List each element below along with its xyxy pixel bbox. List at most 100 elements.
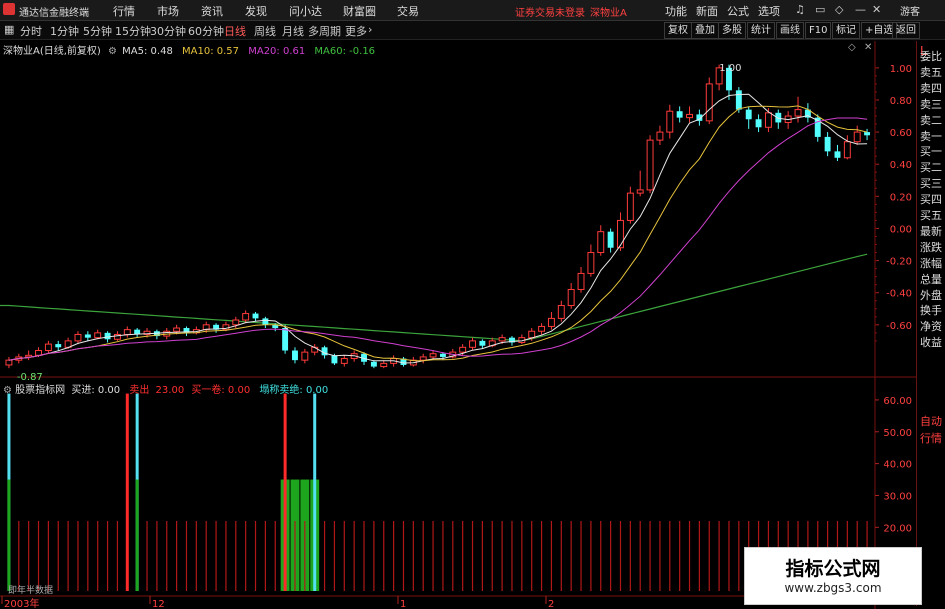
candle-body: [35, 350, 42, 356]
tab-period-15min[interactable]: 15分钟: [115, 23, 151, 39]
stats-button[interactable]: 统计: [747, 22, 775, 39]
menu-new-page[interactable]: 新面: [696, 3, 718, 19]
side-item-8[interactable]: 买三: [920, 175, 942, 191]
price-tick-label-7: -0.40: [886, 289, 912, 300]
candle-body: [834, 151, 841, 158]
tab-period-60min[interactable]: 60分钟: [188, 23, 224, 39]
user-label[interactable]: 游客: [900, 3, 920, 18]
side-item-4[interactable]: 卖二: [920, 112, 942, 128]
menu-options[interactable]: 选项: [758, 3, 780, 19]
close-icon[interactable]: ✕: [872, 3, 881, 16]
side-item-16[interactable]: 换手: [920, 302, 942, 318]
sub-tick-label-0: 60.00: [883, 396, 912, 407]
tab-period-30min[interactable]: 30分钟: [150, 23, 186, 39]
f10-button[interactable]: F10: [805, 22, 832, 39]
candle-body: [44, 343, 52, 352]
candle-body: [232, 319, 240, 326]
side-item-2[interactable]: 卖四: [920, 80, 942, 96]
candle-body: [292, 350, 298, 361]
side-item-6[interactable]: 买一: [920, 143, 942, 159]
settings-icon[interactable]: ⚙: [3, 385, 12, 396]
minimize-icon[interactable]: —: [855, 3, 866, 16]
side-item-7[interactable]: 买二: [920, 159, 942, 175]
tab-period-timeshare[interactable]: 分时: [20, 23, 42, 39]
tab-period-daily[interactable]: 日线: [224, 23, 246, 39]
candle-body: [775, 112, 782, 123]
adjust-button[interactable]: 复权: [664, 22, 692, 39]
settings-icon[interactable]: ⚙: [108, 46, 117, 57]
tab-period-more[interactable]: 更多: [345, 23, 367, 39]
side-item-15[interactable]: 外盘: [920, 287, 942, 303]
menu-news[interactable]: 资讯: [201, 3, 223, 19]
menu-wealth[interactable]: 财富圈: [343, 3, 376, 19]
price-tick-label-8: -0.60: [886, 321, 912, 332]
side-item-9[interactable]: 买四: [920, 191, 942, 207]
side-item-13[interactable]: 涨幅: [920, 255, 942, 271]
menu-hangqing[interactable]: 行情: [113, 3, 135, 19]
kline-chart[interactable]: 1.00 0.80 0.60 0.40 0.20 0.00 -0.20 -0.40 -0.60 6…: [0, 41, 916, 609]
candle-body: [282, 328, 289, 351]
menu-market[interactable]: 市场: [157, 3, 179, 19]
price-tick-label-3: 0.40: [890, 160, 912, 171]
candle-body: [301, 351, 309, 361]
tab-period-5min[interactable]: 5分钟: [83, 23, 112, 39]
headset-icon[interactable]: ♫: [795, 3, 805, 16]
expand-icon[interactable]: ◇: [848, 42, 856, 53]
login-warning[interactable]: 证券交易未登录: [515, 4, 585, 19]
side-item-18[interactable]: 收益: [920, 334, 942, 350]
watermark-title: 指标公式网: [785, 558, 881, 580]
stock-tag[interactable]: 深物业A: [590, 4, 627, 19]
side-item-3[interactable]: 卖三: [920, 96, 942, 112]
grid-icon[interactable]: ▦: [4, 23, 14, 36]
candle-body: [538, 325, 546, 332]
lock-icon[interactable]: ◇: [835, 3, 843, 16]
side-item-0[interactable]: 委比: [920, 48, 942, 64]
back-button[interactable]: 返回: [892, 22, 920, 39]
menu-function[interactable]: 功能: [665, 3, 687, 19]
candle-body: [607, 231, 614, 248]
candle-body: [853, 131, 861, 143]
candle-body: [547, 317, 555, 327]
candle-body: [764, 112, 772, 128]
app-name: 通达信金融终端: [19, 8, 89, 19]
green-base: [7, 479, 11, 591]
overlay-button[interactable]: 叠加: [691, 22, 719, 39]
tab-period-1min[interactable]: 1分钟: [50, 23, 79, 39]
candle-body: [459, 346, 467, 353]
side-item-10[interactable]: 买五: [920, 207, 942, 223]
more-chevron-icon[interactable]: ›: [368, 23, 372, 36]
monitor-icon[interactable]: ▭: [815, 3, 825, 16]
watermark-url: www.zbgs3.com: [784, 581, 882, 595]
candle-body: [340, 358, 348, 364]
side-item-14[interactable]: 总量: [920, 271, 942, 287]
time-label-1: 12: [152, 599, 165, 609]
ma10-value: MA10: 0.57: [182, 46, 240, 57]
menu-formula[interactable]: 公式: [727, 3, 749, 19]
multi-stock-button[interactable]: 多股: [718, 22, 746, 39]
side-item-12[interactable]: 涨跌: [920, 239, 942, 255]
close-panel-icon[interactable]: ✕: [864, 42, 872, 53]
weak-value: 塌称卖绝: 0.00: [259, 385, 329, 396]
candle-body: [705, 83, 713, 122]
candle-body: [104, 332, 111, 340]
mark-button[interactable]: 标记: [832, 22, 860, 39]
side-item-5[interactable]: 卖一: [920, 128, 942, 144]
side-bottom-0[interactable]: 自动: [920, 413, 942, 429]
side-item-1[interactable]: 卖五: [920, 64, 942, 80]
menu-wenxiaoda[interactable]: 问小达: [289, 3, 322, 19]
candle-body: [666, 110, 674, 133]
sell-label: 卖出: [129, 385, 150, 396]
candle-body: [419, 356, 427, 361]
tab-period-multi[interactable]: 多周期: [308, 23, 341, 39]
side-item-11[interactable]: 最新: [920, 223, 942, 239]
menu-trade[interactable]: 交易: [397, 3, 419, 19]
side-bottom-1[interactable]: 行情: [920, 430, 942, 446]
tab-period-weekly[interactable]: 周线: [254, 23, 276, 39]
side-item-17[interactable]: 净资: [920, 318, 942, 334]
bottom-note: 即年半数据: [8, 586, 54, 596]
tab-period-monthly[interactable]: 月线: [282, 23, 304, 39]
sub-info-line: ⚙ 股票指标网 买进: 0.00 卖出 23.00 买一卷: 0.00 塌称卖绝…: [3, 381, 328, 396]
candle-body: [794, 109, 802, 117]
draw-line-button[interactable]: 画线: [776, 22, 804, 39]
menu-discover[interactable]: 发现: [245, 3, 267, 19]
